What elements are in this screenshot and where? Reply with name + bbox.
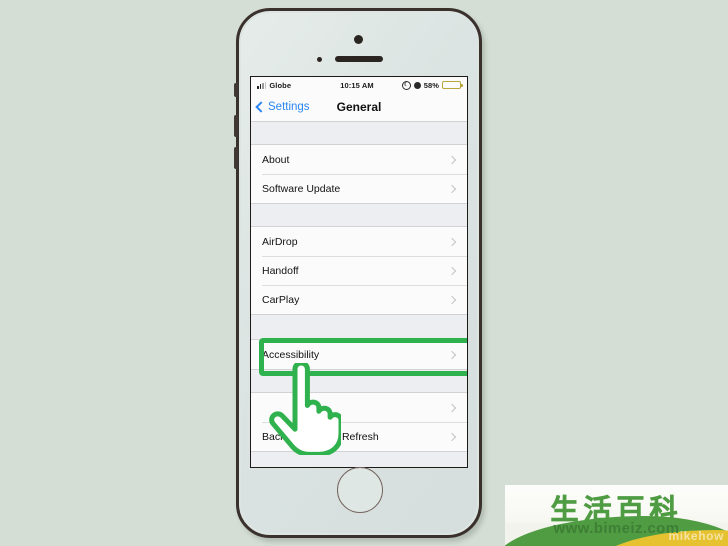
list-item-label: Handoff [262,264,299,277]
chevron-right-icon [447,350,457,359]
list-item-background-app-refresh[interactable]: Background App Refresh [251,422,467,451]
volume-down-button[interactable] [234,147,238,169]
phone-screen: Globe 10:15 AM ☾ 58% Settings General Ab… [250,76,468,468]
list-item-label: Background App Refresh [262,430,379,443]
settings-list: About Software Update AirDrop Handoff Ca… [251,122,467,467]
battery-percent-label: 58% [423,80,439,90]
navigation-bar: Settings General [251,93,467,122]
list-item-about[interactable]: About [251,145,467,174]
watermark-ghost-text: mikehow [668,529,724,543]
list-item-label: AirDrop [262,235,298,248]
list-gap [251,315,467,339]
list-group-info: About Software Update [251,144,467,204]
earpiece-speaker-icon [335,56,383,62]
front-camera-icon [354,35,363,44]
signal-bars-icon [257,81,267,89]
iphone-device: Globe 10:15 AM ☾ 58% Settings General Ab… [234,8,482,538]
chevron-right-icon [447,403,457,412]
moon-icon: ☾ [401,80,411,90]
back-button-label: Settings [268,101,310,113]
list-item-label: About [262,153,290,166]
list-gap [251,204,467,226]
list-item-label: CarPlay [262,293,300,306]
list-group-accessibility: Accessibility [251,339,467,370]
list-item-handoff[interactable]: Handoff [251,256,467,285]
proximity-sensor-icon [317,57,322,62]
list-item-airdrop[interactable]: AirDrop [251,227,467,256]
chevron-right-icon [447,432,457,441]
status-bar-right: ☾ 58% [387,80,463,90]
chevron-right-icon [447,155,457,164]
list-item-accessibility[interactable]: Accessibility [251,340,467,369]
list-item-obscured[interactable] [251,393,467,422]
chevron-left-icon [255,101,267,113]
list-item-label: Accessibility [262,348,320,361]
status-bar-left: Globe [257,81,327,90]
home-button[interactable] [337,467,383,513]
back-button-settings[interactable]: Settings [255,101,310,113]
chevron-right-icon [447,237,457,246]
chevron-right-icon [447,295,457,304]
list-item-label: Software Update [262,182,341,195]
list-gap [251,122,467,144]
chevron-right-icon [447,266,457,275]
watermark: 生活百科 www.bimeiz.com mikehow [505,485,728,546]
battery-icon [442,80,463,90]
list-gap [251,370,467,392]
list-group-connectivity: AirDrop Handoff CarPlay [251,226,467,315]
chevron-right-icon [447,184,457,193]
mute-switch-button[interactable] [234,83,238,97]
list-group-storage: Background App Refresh [251,392,467,452]
volume-up-button[interactable] [234,115,238,137]
status-bar: Globe 10:15 AM ☾ 58% [251,77,467,93]
status-bar-time: 10:15 AM [340,80,374,90]
list-item-carplay[interactable]: CarPlay [251,285,467,314]
list-item-software-update[interactable]: Software Update [251,174,467,203]
carrier-label: Globe [269,80,292,90]
alarm-clock-icon [413,81,421,89]
list-gap [251,452,467,467]
